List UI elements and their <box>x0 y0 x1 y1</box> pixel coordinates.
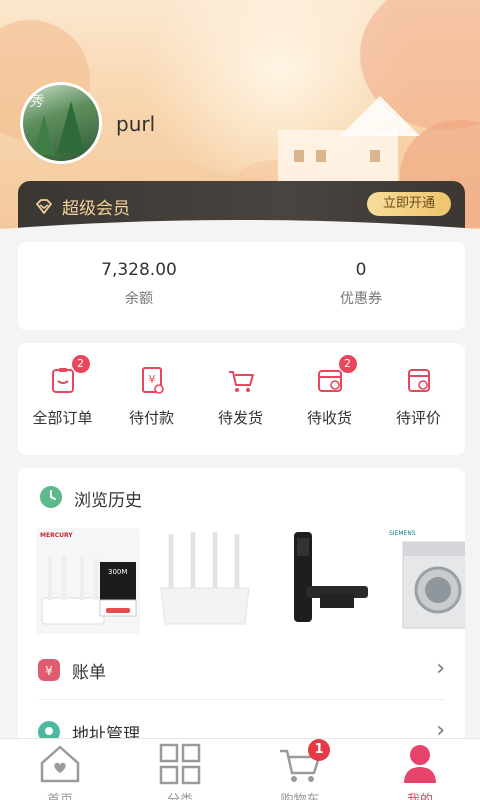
banner-roof <box>340 96 420 136</box>
chevron-right-icon: › <box>436 656 445 681</box>
order-label: 待发货 <box>217 409 263 427</box>
nav-label: 购物车 <box>240 789 360 800</box>
coupon-value: 0 <box>355 260 367 280</box>
banner-window <box>294 150 304 162</box>
order-badge: 2 <box>71 355 90 373</box>
router-caption: 300M <box>108 568 128 576</box>
profile-icon <box>398 743 442 785</box>
door-lock-image <box>270 528 374 634</box>
menu-row-bill[interactable]: ¥ 账单 › <box>38 640 445 700</box>
nav-label: 首页 <box>0 789 120 800</box>
banner-window <box>316 150 326 162</box>
nav-label: 分类 <box>120 789 240 800</box>
receive-box-icon: 2 <box>315 355 357 395</box>
avatar[interactable]: 秀 <box>20 82 102 164</box>
svg-text:¥: ¥ <box>148 373 155 386</box>
open-vip-button[interactable]: 立即开通 <box>367 192 451 216</box>
menu-label: 账单 <box>72 663 106 683</box>
payment-icon: ¥ <box>137 365 167 395</box>
nav-label: 我的 <box>360 789 480 800</box>
washer-image <box>387 528 465 634</box>
banner-window <box>370 150 380 162</box>
order-badge: 2 <box>338 355 357 373</box>
history-title: 浏览历史 <box>74 491 142 511</box>
router-image <box>153 528 257 634</box>
balance-stat[interactable]: 7,328.00 余额 <box>28 260 250 308</box>
router-brand: MERCURY <box>40 532 73 539</box>
history-item[interactable]: SIEMENS <box>387 528 465 634</box>
order-label: 全部订单 <box>32 409 93 427</box>
coupon-label: 优惠券 <box>340 291 382 307</box>
cart-badge: 1 <box>308 739 330 761</box>
router-image <box>36 528 140 634</box>
banner-wave <box>0 220 480 245</box>
coupon-stat[interactable]: 0 优惠券 <box>250 260 472 308</box>
order-all[interactable]: 2 全部订单 <box>18 355 107 428</box>
home-icon <box>38 743 82 785</box>
cart-ship-icon <box>226 365 256 395</box>
order-pending-ship[interactable]: 待发货 <box>196 365 285 428</box>
clock-icon <box>40 486 62 508</box>
history-card: 浏览历史 MERCURY 300M SIEMENS ¥ 账单 › 地址管理 › <box>18 468 465 768</box>
history-item[interactable]: MERCURY 300M <box>36 528 140 634</box>
order-pending-review[interactable]: 待评价 <box>374 365 463 428</box>
review-icon <box>404 365 434 395</box>
history-list: MERCURY 300M SIEMENS <box>36 528 465 638</box>
order-pending-receive[interactable]: 2 待收货 <box>285 355 374 428</box>
order-label: 待评价 <box>395 409 441 427</box>
nav-cart[interactable]: 1 购物车 <box>240 739 360 800</box>
order-pending-payment[interactable]: ¥ 待付款 <box>107 365 196 428</box>
history-item[interactable] <box>270 528 374 634</box>
history-item[interactable] <box>153 528 257 634</box>
orders-card: 2 全部订单 ¥ 待付款 待发货 2 待收货 待评价 <box>18 343 465 455</box>
category-icon <box>158 743 202 785</box>
username[interactable]: purl <box>116 112 155 136</box>
bill-icon: ¥ <box>38 659 60 681</box>
order-label: 待收货 <box>306 409 352 427</box>
avatar-text: 秀 <box>29 94 43 110</box>
nav-category[interactable]: 分类 <box>120 743 240 800</box>
nav-home[interactable]: 首页 <box>0 743 120 800</box>
bottom-nav: 首页 分类 1 购物车 我的 <box>0 738 480 800</box>
nav-profile[interactable]: 我的 <box>360 743 480 800</box>
order-label: 待付款 <box>128 409 174 427</box>
cart-icon: 1 <box>278 739 330 785</box>
avatar-tree-small <box>33 115 55 155</box>
svg-text:¥: ¥ <box>45 664 53 678</box>
avatar-tree-large <box>57 101 85 153</box>
order-list-icon: 2 <box>48 355 90 395</box>
wallet-card: 7,328.00 余额 0 优惠券 <box>18 242 465 330</box>
washer-brand: SIEMENS <box>389 530 416 537</box>
balance-label: 余额 <box>125 291 153 307</box>
balance-value: 7,328.00 <box>101 260 177 280</box>
diamond-icon <box>36 199 52 214</box>
